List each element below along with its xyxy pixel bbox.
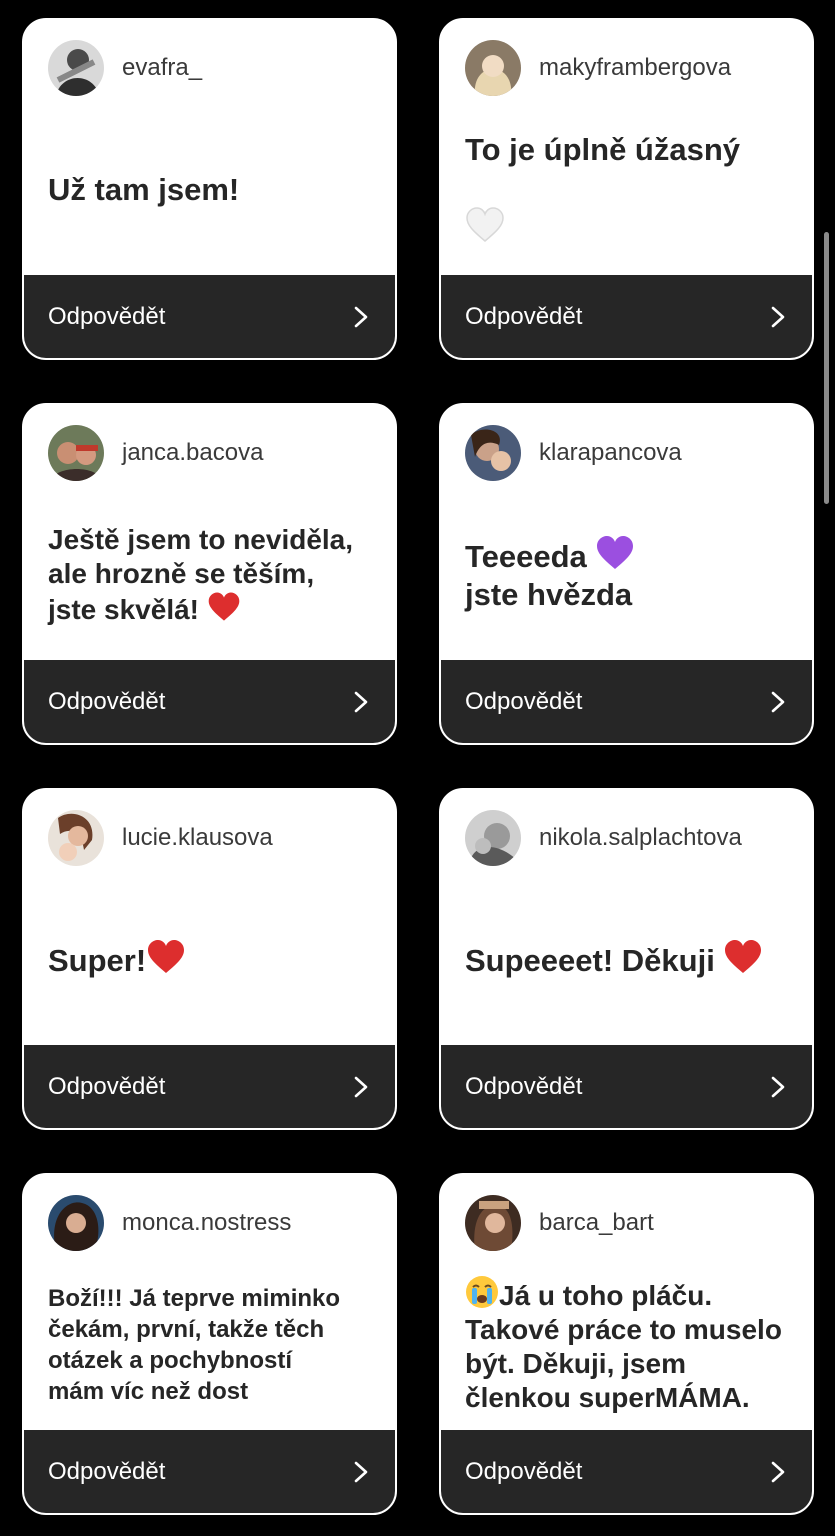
chevron-right-icon — [771, 1461, 785, 1482]
message-body: Supeeeet! Děkuji — [465, 943, 715, 978]
message-text: Teeeeda jste hvězda — [465, 535, 635, 614]
username[interactable]: nikola.salplachtova — [539, 824, 742, 852]
reply-button[interactable]: Odpovědět — [24, 1045, 395, 1128]
reply-label: Odpovědět — [48, 1457, 166, 1485]
message-text: Supeeeet! Děkuji — [465, 939, 763, 980]
user-row: klarapancova — [465, 425, 682, 481]
scrollbar[interactable] — [824, 232, 829, 504]
card-content: lucie.klausova Super! — [24, 790, 395, 1045]
message-area: Už tam jsem! — [48, 104, 377, 275]
message-area: To je úplně úžasný — [465, 104, 794, 275]
message-text: Já u toho pláču. Takové práce to muselo … — [465, 1275, 782, 1415]
username[interactable]: lucie.klausova — [122, 824, 273, 852]
username[interactable]: barca_bart — [539, 1209, 654, 1237]
reply-button[interactable]: Odpovědět — [24, 1430, 395, 1513]
reply-card: janca.bacova Ještě jsem to neviděla, ale… — [22, 403, 397, 745]
user-row: barca_bart — [465, 1195, 654, 1251]
avatar[interactable] — [48, 1195, 104, 1251]
avatar[interactable] — [465, 40, 521, 96]
reply-label: Odpovědět — [48, 687, 166, 715]
reply-label: Odpovědět — [48, 1072, 166, 1100]
reply-card: makyframbergova To je úplně úžasný Odpov… — [439, 18, 814, 360]
username[interactable]: makyframbergova — [539, 54, 731, 82]
message-body: To je úplně úžasný — [465, 132, 741, 167]
user-row: evafra_ — [48, 40, 202, 96]
card-content: barca_bart Já u toho pláču. Takové práce… — [441, 1175, 812, 1430]
username[interactable]: evafra_ — [122, 54, 202, 82]
user-row: nikola.salplachtova — [465, 810, 742, 866]
message-text: Boží!!! Já teprve miminko čekám, první, … — [48, 1284, 341, 1405]
user-row: monca.nostress — [48, 1195, 291, 1251]
user-row: lucie.klausova — [48, 810, 273, 866]
reply-card: klarapancova Teeeeda jste hvězda Odpověd… — [439, 403, 814, 745]
card-content: klarapancova Teeeeda jste hvězda — [441, 405, 812, 660]
card-content: janca.bacova Ještě jsem to neviděla, ale… — [24, 405, 395, 660]
crying-face-icon — [466, 1275, 498, 1308]
message-text: Super! — [48, 939, 186, 980]
card-content: nikola.salplachtova Supeeeet! Děkuji — [441, 790, 812, 1045]
reply-button[interactable]: Odpovědět — [441, 660, 812, 743]
username[interactable]: klarapancova — [539, 439, 682, 467]
red-heart-icon — [208, 592, 240, 621]
message-body: Ještě jsem to neviděla, ale hrozně se tě… — [48, 523, 354, 625]
message-text: Už tam jsem! — [48, 171, 240, 207]
user-row: janca.bacova — [48, 425, 263, 481]
message-area: Super! — [48, 874, 377, 1045]
reply-card: lucie.klausova Super! Odpovědět — [22, 788, 397, 1130]
chevron-right-icon — [771, 1076, 785, 1097]
message-area: Teeeeda jste hvězda — [465, 489, 794, 660]
card-content: makyframbergova To je úplně úžasný — [441, 20, 812, 275]
chevron-right-icon — [771, 306, 785, 327]
card-content: monca.nostress Boží!!! Já teprve miminko… — [24, 1175, 395, 1430]
avatar[interactable] — [48, 810, 104, 866]
avatar[interactable] — [465, 810, 521, 866]
message-line-2: jste hvězda — [465, 577, 633, 612]
reply-label: Odpovědět — [465, 1072, 583, 1100]
chevron-right-icon — [354, 691, 368, 712]
red-heart-icon — [725, 940, 762, 973]
message-area: Ještě jsem to neviděla, ale hrozně se tě… — [48, 489, 377, 660]
message-body: Teeeeda — [465, 539, 587, 574]
reply-button[interactable]: Odpovědět — [441, 1045, 812, 1128]
message-text: To je úplně úžasný — [465, 131, 740, 248]
message-area: Supeeeet! Děkuji — [465, 874, 794, 1045]
reply-card: nikola.salplachtova Supeeeet! Děkuji Odp… — [439, 788, 814, 1130]
reply-label: Odpovědět — [465, 687, 583, 715]
avatar[interactable] — [465, 425, 521, 481]
message-area: Já u toho pláču. Takové práce to muselo … — [465, 1259, 794, 1430]
chevron-right-icon — [771, 691, 785, 712]
message-text: Ještě jsem to neviděla, ale hrozně se tě… — [48, 523, 353, 627]
reply-label: Odpovědět — [465, 1457, 583, 1485]
reply-card: monca.nostress Boží!!! Já teprve miminko… — [22, 1173, 397, 1515]
avatar[interactable] — [48, 40, 104, 96]
reply-label: Odpovědět — [48, 302, 166, 330]
purple-heart-icon — [597, 536, 634, 569]
reply-button[interactable]: Odpovědět — [441, 275, 812, 358]
reply-button[interactable]: Odpovědět — [24, 275, 395, 358]
reply-button[interactable]: Odpovědět — [24, 660, 395, 743]
avatar[interactable] — [465, 1195, 521, 1251]
chevron-right-icon — [354, 1461, 368, 1482]
reply-card: evafra_ Už tam jsem! Odpovědět — [22, 18, 397, 360]
reply-button[interactable]: Odpovědět — [441, 1430, 812, 1513]
reply-label: Odpovědět — [465, 302, 583, 330]
chevron-right-icon — [354, 1076, 368, 1097]
chevron-right-icon — [354, 306, 368, 327]
white-heart-icon — [466, 207, 504, 242]
username[interactable]: monca.nostress — [122, 1209, 291, 1237]
reply-card: barca_bart Já u toho pláču. Takové práce… — [439, 1173, 814, 1515]
avatar[interactable] — [48, 425, 104, 481]
message-body: Super! — [48, 943, 147, 978]
user-row: makyframbergova — [465, 40, 731, 96]
username[interactable]: janca.bacova — [122, 439, 263, 467]
red-heart-icon — [148, 940, 185, 973]
message-area: Boží!!! Já teprve miminko čekám, první, … — [48, 1259, 377, 1430]
reply-cards-grid: evafra_ Už tam jsem! Odpovědět makyframb… — [22, 18, 814, 1515]
card-content: evafra_ Už tam jsem! — [24, 20, 395, 275]
message-body: Já u toho pláču. Takové práce to muselo … — [465, 1279, 782, 1413]
